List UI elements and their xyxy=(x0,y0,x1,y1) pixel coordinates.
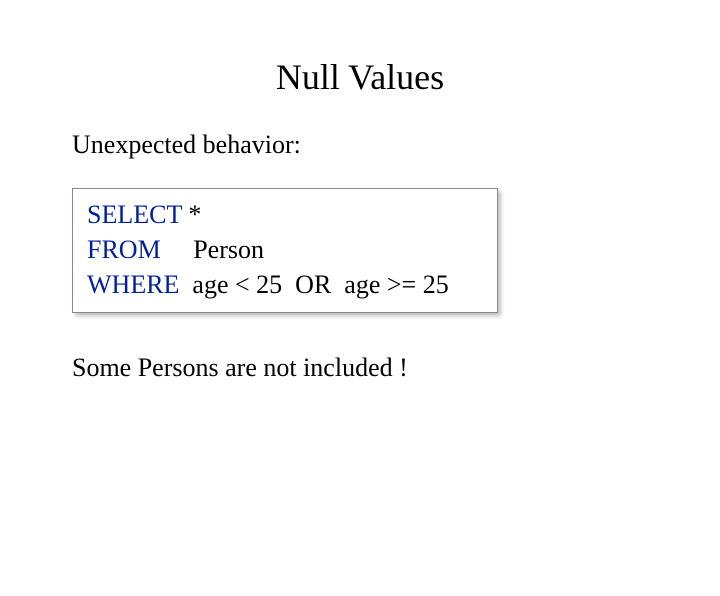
sql-line-from: FROM Person xyxy=(87,232,483,267)
sql-keyword-select: SELECT xyxy=(87,200,182,229)
sql-from-rest: Person xyxy=(161,235,264,264)
sql-code-box: SELECT * FROM Person WHERE age < 25 OR a… xyxy=(72,188,498,313)
sql-line-select: SELECT * xyxy=(87,197,483,232)
slide-content: Unexpected behavior: SELECT * FROM Perso… xyxy=(72,130,648,383)
sql-select-rest: * xyxy=(182,200,202,229)
follow-text: Some Persons are not included ! xyxy=(72,353,648,383)
sql-keyword-where: WHERE xyxy=(87,270,179,299)
lead-text: Unexpected behavior: xyxy=(72,130,648,160)
slide-title: Null Values xyxy=(0,56,720,98)
sql-where-rest: age < 25 OR age >= 25 xyxy=(179,270,448,299)
sql-keyword-from: FROM xyxy=(87,235,161,264)
sql-line-where: WHERE age < 25 OR age >= 25 xyxy=(87,267,483,302)
